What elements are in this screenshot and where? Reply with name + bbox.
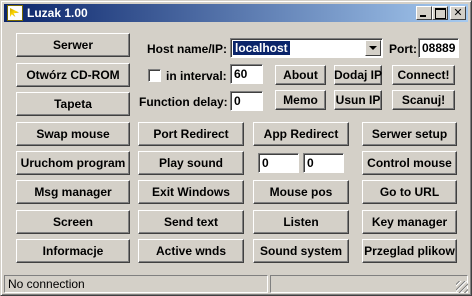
mouse-y-input[interactable]: 0 — [303, 153, 344, 173]
window-title: Luzak 1.00 — [27, 6, 88, 20]
wallpaper-button[interactable]: Tapeta — [16, 92, 130, 116]
sound-system-button[interactable]: Sound system — [253, 239, 349, 263]
interval-label: in interval: — [166, 69, 227, 83]
file-browser-button[interactable]: Przeglad plikow — [362, 239, 457, 263]
server-setup-button[interactable]: Serwer setup — [362, 122, 457, 146]
app-window: Luzak 1.00 ✕ Serwer Otwórz CD-ROM Tapeta… — [0, 0, 472, 296]
exit-windows-button[interactable]: Exit Windows — [138, 180, 244, 204]
host-label: Host name/IP: — [147, 42, 228, 56]
status-bar: No connection — [4, 275, 468, 293]
chevron-down-icon[interactable] — [365, 40, 381, 56]
port-redirect-button[interactable]: Port Redirect — [138, 122, 244, 146]
host-value[interactable]: localhost — [233, 41, 290, 55]
about-button[interactable]: About — [275, 65, 326, 85]
go-to-url-button[interactable]: Go to URL — [362, 180, 457, 204]
info-button[interactable]: Informacje — [16, 239, 130, 263]
screen-button[interactable]: Screen — [16, 210, 130, 234]
key-manager-button[interactable]: Key manager — [362, 210, 457, 234]
scan-button[interactable]: Scanuj! — [392, 90, 455, 110]
open-cdrom-button[interactable]: Otwórz CD-ROM — [16, 63, 130, 87]
maximize-button[interactable] — [432, 6, 448, 20]
msg-manager-button[interactable]: Msg manager — [16, 180, 130, 204]
swap-mouse-button[interactable]: Swap mouse — [16, 122, 130, 146]
port-label: Port: — [389, 42, 417, 56]
add-ip-button[interactable]: Dodaj IP — [334, 65, 382, 85]
app-icon[interactable] — [7, 5, 23, 21]
resize-grip-icon[interactable] — [456, 281, 468, 293]
title-bar[interactable]: Luzak 1.00 ✕ — [4, 4, 468, 22]
delay-label: Function delay: — [139, 95, 228, 109]
control-mouse-button[interactable]: Control mouse — [362, 151, 457, 175]
status-text: No connection — [4, 275, 268, 293]
minimize-button[interactable] — [416, 6, 432, 20]
status-pane-secondary — [270, 275, 468, 293]
listen-button[interactable]: Listen — [253, 210, 349, 234]
mouse-x-input[interactable]: 0 — [258, 153, 299, 173]
run-program-button[interactable]: Uruchom program — [16, 151, 130, 175]
connect-button[interactable]: Connect! — [392, 65, 455, 85]
active-windows-button[interactable]: Active wnds — [138, 239, 244, 263]
close-button[interactable]: ✕ — [450, 6, 466, 20]
interval-checkbox[interactable] — [148, 69, 161, 82]
delay-input[interactable]: 0 — [230, 91, 263, 111]
memo-button[interactable]: Memo — [275, 90, 326, 110]
serwer-button[interactable]: Serwer — [16, 33, 130, 57]
interval-input[interactable]: 60 — [230, 64, 263, 84]
remove-ip-button[interactable]: Usun IP — [334, 90, 382, 110]
send-text-button[interactable]: Send text — [138, 210, 244, 234]
play-sound-button[interactable]: Play sound — [138, 151, 244, 175]
mouse-pos-button[interactable]: Mouse pos — [253, 180, 349, 204]
host-combobox[interactable]: localhost — [230, 38, 383, 58]
port-input[interactable]: 08889 — [418, 38, 459, 58]
app-redirect-button[interactable]: App Redirect — [253, 122, 349, 146]
